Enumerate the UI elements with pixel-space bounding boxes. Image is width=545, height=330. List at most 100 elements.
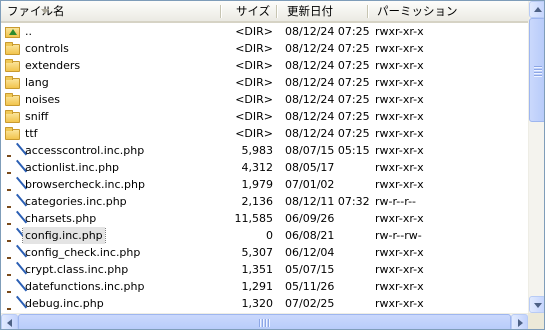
column-header-size[interactable]: サイズ xyxy=(222,1,275,21)
file-date: 08/12/24 07:25 xyxy=(285,93,369,106)
scroll-up-button[interactable] xyxy=(529,1,544,18)
file-size: 4,312 xyxy=(241,161,274,174)
file-name-cell[interactable]: config.inc.php xyxy=(5,227,221,244)
column-header: ファイル名 サイズ 更新日付 パーミッション xyxy=(1,1,528,23)
vertical-scrollbar[interactable] xyxy=(528,1,544,313)
file-row[interactable]: extenders <DIR> 08/12/24 07:25 rwxr-xr-x xyxy=(1,57,528,74)
file-name: noises xyxy=(25,93,60,106)
file-permission: rwxr-xr-x xyxy=(375,42,424,55)
file-date: 08/12/24 07:25 xyxy=(285,110,369,123)
file-size: 0 xyxy=(266,229,273,242)
thumb-grip xyxy=(534,66,542,67)
file-row[interactable]: noises <DIR> 08/12/24 07:25 rwxr-xr-x xyxy=(1,91,528,108)
file-date: 08/12/24 07:25 xyxy=(285,59,369,72)
file-name-cell[interactable]: ttf xyxy=(5,125,221,142)
file-name: sniff xyxy=(25,110,49,123)
php-file-icon xyxy=(5,296,21,311)
file-name-cell[interactable]: accesscontrol.inc.php xyxy=(5,142,221,159)
column-separator[interactable] xyxy=(276,5,277,18)
file-name-cell[interactable]: browsercheck.inc.php xyxy=(5,176,221,193)
file-date: 08/12/24 07:25 xyxy=(285,42,369,55)
scroll-right-button[interactable] xyxy=(511,314,528,329)
file-date: 08/12/24 07:25 xyxy=(285,25,369,38)
file-row[interactable]: config.inc.php 0 06/08/21 rw-r--rw- xyxy=(1,227,528,244)
file-row[interactable]: charsets.php 11,585 06/09/26 rwxr-xr-x xyxy=(1,210,528,227)
file-name-cell[interactable]: .. xyxy=(5,23,221,40)
file-row[interactable]: config_check.inc.php 5,307 06/12/04 rwxr-xr… xyxy=(1,244,528,261)
file-row[interactable]: debug.inc.php 1,320 07/02/25 rwxr-xr-x xyxy=(1,295,528,312)
file-row[interactable]: actionlist.inc.php 4,312 08/05/17 rwxr-xr-x xyxy=(1,159,528,176)
file-row[interactable]: .. <DIR> 08/12/24 07:25 rwxr-xr-x xyxy=(1,23,528,40)
file-name: controls xyxy=(25,42,69,55)
file-row[interactable]: browsercheck.inc.php 1,979 07/01/02 rwxr-xr… xyxy=(1,176,528,193)
thumb-grip xyxy=(534,75,542,76)
thumb-grip xyxy=(534,69,542,70)
file-date: 07/01/02 xyxy=(285,178,335,191)
file-name-cell[interactable]: extenders xyxy=(5,57,221,74)
file-date: 06/08/21 xyxy=(285,229,335,242)
file-name-cell[interactable]: actionlist.inc.php xyxy=(5,159,221,176)
file-name: config.inc.php xyxy=(22,227,106,244)
file-date: 06/09/26 xyxy=(285,212,335,225)
file-permission: rwxr-xr-x xyxy=(375,297,424,310)
folder-icon xyxy=(5,76,20,89)
file-size: <DIR> xyxy=(235,127,273,140)
file-permission: rwxr-xr-x xyxy=(375,144,424,157)
file-size: 1,351 xyxy=(241,263,274,276)
column-separator[interactable] xyxy=(220,5,221,18)
php-file-icon xyxy=(5,160,21,175)
sort-indicator-icon xyxy=(41,9,49,14)
horizontal-scrollbar[interactable] xyxy=(1,313,528,329)
file-row[interactable]: accesscontrol.inc.php 5,983 08/07/15 05:15… xyxy=(1,142,528,159)
file-date: 08/05/17 xyxy=(285,161,335,174)
file-name: datefunctions.inc.php xyxy=(25,280,145,293)
file-name: browsercheck.inc.php xyxy=(25,178,145,191)
php-file-icon xyxy=(5,228,21,243)
scroll-down-button[interactable] xyxy=(529,296,544,313)
file-size: 2,136 xyxy=(241,195,274,208)
file-size: <DIR> xyxy=(235,42,273,55)
file-date: 08/12/24 07:25 xyxy=(285,127,369,140)
column-size-label: サイズ xyxy=(236,4,271,18)
arrow-down-icon xyxy=(534,303,542,308)
column-header-name[interactable]: ファイル名 xyxy=(1,1,219,21)
file-permission: rwxr-xr-x xyxy=(375,263,424,276)
file-name-cell[interactable]: lang xyxy=(5,74,221,91)
arrow-right-icon xyxy=(518,319,523,327)
column-header-permission[interactable]: パーミッション xyxy=(369,1,519,21)
column-header-date[interactable]: 更新日付 xyxy=(278,1,366,21)
file-name-cell[interactable]: categories.inc.php xyxy=(5,193,221,210)
file-permission: rwxr-xr-x xyxy=(375,246,424,259)
file-date: 05/11/26 xyxy=(285,280,335,293)
thumb-grip xyxy=(534,72,542,73)
file-row[interactable]: datefunctions.inc.php 1,291 05/11/26 rwxr-x… xyxy=(1,278,528,295)
file-name-cell[interactable]: charsets.php xyxy=(5,210,221,227)
file-row[interactable]: lang <DIR> 08/12/24 07:25 rwxr-xr-x xyxy=(1,74,528,91)
php-file-icon xyxy=(5,279,21,294)
up-folder-icon xyxy=(5,27,20,38)
file-name: extenders xyxy=(25,59,81,72)
file-permission: rwxr-xr-x xyxy=(375,280,424,293)
file-name-cell[interactable]: datefunctions.inc.php xyxy=(5,278,221,295)
file-name-cell[interactable]: controls xyxy=(5,40,221,57)
vertical-scroll-thumb[interactable] xyxy=(529,18,544,122)
file-name-cell[interactable]: sniff xyxy=(5,108,221,125)
file-date: 08/07/15 05:15 xyxy=(285,144,369,157)
file-row[interactable]: categories.inc.php 2,136 08/12/11 07:32 rw-… xyxy=(1,193,528,210)
column-separator[interactable] xyxy=(367,5,368,18)
horizontal-scroll-thumb[interactable] xyxy=(18,314,511,329)
scroll-left-button[interactable] xyxy=(1,314,18,329)
file-size: 1,979 xyxy=(241,178,274,191)
file-row[interactable]: sniff <DIR> 08/12/24 07:25 rwxr-xr-x xyxy=(1,108,528,125)
file-permission: rwxr-xr-x xyxy=(375,161,424,174)
file-name-cell[interactable]: debug.inc.php xyxy=(5,295,221,312)
file-name-cell[interactable]: crypt.class.inc.php xyxy=(5,261,221,278)
file-name-cell[interactable]: noises xyxy=(5,91,221,108)
file-name-cell[interactable]: config_check.inc.php xyxy=(5,244,221,261)
file-row[interactable]: ttf <DIR> 08/12/24 07:25 rwxr-xr-x xyxy=(1,125,528,142)
file-row[interactable]: crypt.class.inc.php 1,351 05/07/15 rwxr-xr-… xyxy=(1,261,528,278)
file-size: <DIR> xyxy=(235,25,273,38)
file-row[interactable]: controls <DIR> 08/12/24 07:25 rwxr-xr-x xyxy=(1,40,528,57)
php-file-icon xyxy=(5,262,21,277)
thumb-grip xyxy=(259,319,260,327)
